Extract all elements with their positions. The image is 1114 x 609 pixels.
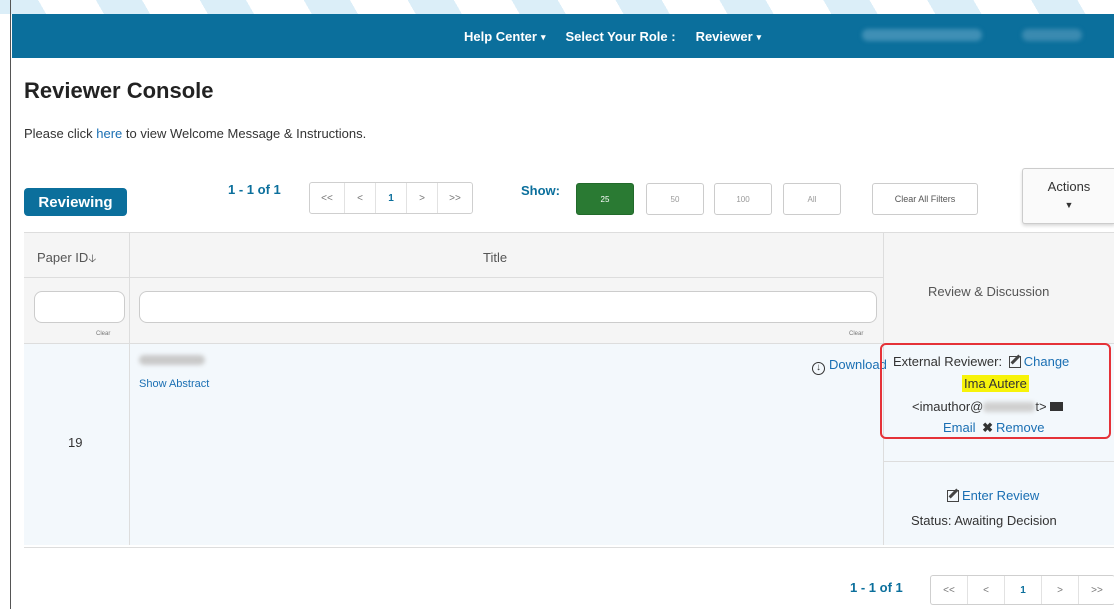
pager-first[interactable]: << [310,183,345,213]
show-abstract-link[interactable]: Show Abstract [139,378,209,390]
close-icon: ✖ [982,420,994,435]
pager-last[interactable]: >> [1079,576,1114,604]
download-icon: ↓ [812,362,825,375]
email-domain-redacted [983,402,1036,412]
page-title: Reviewer Console [24,78,214,103]
watermark-strip [0,0,1114,14]
intro-text: Please click here to view Welcome Messag… [24,126,366,141]
pager-prev[interactable]: < [968,576,1005,604]
external-reviewer-line: External Reviewer: Change [893,354,1069,369]
chevron-down-icon: ▾ [540,31,546,42]
paper-id-header-label: Paper ID [37,250,89,265]
reviewer-email: <imauthor@ t> [912,399,1063,414]
reviewer-name: Ima Autere [962,375,1029,392]
paper-id-clear-link[interactable]: Clear [96,331,110,337]
show-label: Show: [521,183,560,198]
pager-top: << < 1 > >> [309,182,473,214]
chevron-down-icon: ▾ [756,31,762,42]
pager-next[interactable]: > [1042,576,1079,604]
pager-last[interactable]: >> [438,183,472,213]
show-all-button[interactable]: All [783,183,841,215]
show-25-button[interactable]: 25 [576,183,634,215]
clear-all-filters-button[interactable]: Clear All Filters [872,183,978,215]
help-center-label: Help Center [464,28,537,44]
intro-prefix: Please click [24,126,97,141]
actions-label: Actions [1047,179,1091,194]
enter-review-label: Enter Review [962,488,1040,503]
top-navbar: Help Center ▾ Select Your Role : Reviewer… [12,14,1114,58]
sort-down-icon: 🡣 [88,253,97,265]
select-role-label: Select Your Role : [565,28,676,44]
window-edge [10,0,11,609]
email-suffix: t> [1035,399,1047,414]
title-filter-input[interactable] [139,291,877,323]
welcome-link[interactable]: here [96,126,122,141]
logout-redacted[interactable] [1022,29,1082,41]
role-menu[interactable]: Reviewer ▾ [696,29,762,44]
download-label: Download [829,357,887,372]
paper-id-header[interactable]: Paper ID🡣 [37,250,96,269]
enter-review-link[interactable]: Enter Review [944,488,1039,503]
pager-first[interactable]: << [931,576,968,604]
review-discussion-header: Review & Discussion [928,284,1050,299]
title-header: Title [483,250,508,265]
reviewer-name-text: Ima Autere [962,375,1029,392]
pager-next[interactable]: > [407,183,438,213]
pager-bottom: << < 1 > >> [930,575,1114,605]
change-reviewer-button[interactable]: Change [1006,354,1070,369]
remove-reviewer-button[interactable]: ✖ Remove [979,420,1044,435]
paper-id-cell: 19 [68,435,83,450]
show-50-button[interactable]: 50 [646,183,704,215]
status-text: Status: Awaiting Decision [911,513,1057,528]
edit-icon [1008,356,1021,368]
user-name-redacted[interactable] [862,29,982,41]
reviewing-button[interactable]: Reviewing [24,188,127,216]
pager-page[interactable]: 1 [376,183,407,213]
paper-title-redacted [139,355,205,365]
email-reviewer-link[interactable]: Email [943,420,976,435]
show-100-button[interactable]: 100 [714,183,772,215]
chevron-down-icon: ▼ [1064,200,1074,210]
edit-icon [947,490,959,502]
role-label: Reviewer [695,28,753,44]
envelope-icon [1049,402,1063,411]
paper-id-filter-input[interactable] [34,291,125,323]
footer-result-count: 1 - 1 of 1 [850,580,903,595]
actions-button[interactable]: Actions ▼ [1022,168,1114,224]
external-reviewer-label: External Reviewer: [893,354,1003,369]
intro-suffix: to view Welcome Message & Instructions. [122,126,367,141]
pager-page[interactable]: 1 [1005,576,1042,604]
download-link[interactable]: ↓ Download [812,357,887,375]
reviewer-actions: Email ✖ Remove [943,420,1044,436]
title-clear-link[interactable]: Clear [849,331,863,337]
help-center-menu[interactable]: Help Center ▾ [464,29,546,44]
remove-label: Remove [996,420,1045,435]
pager-prev[interactable]: < [345,183,376,213]
email-prefix: <imauthor@ [912,399,984,414]
result-count: 1 - 1 of 1 [228,182,281,197]
change-label: Change [1023,354,1070,369]
